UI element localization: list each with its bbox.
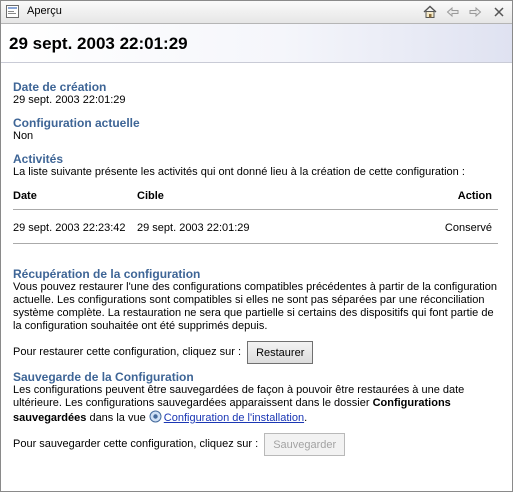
row-target: 29 sept. 2003 22:01:29 [137, 222, 250, 234]
backup-prompt: Pour sauvegarder cette configuration, cl… [13, 438, 259, 450]
creation-heading: Date de création [13, 80, 107, 94]
table-header: Date Cible Action [13, 185, 498, 210]
column-date: Date [13, 190, 37, 202]
title-bar: Aperçu [1, 1, 512, 24]
tab-title: Aperçu [27, 5, 62, 17]
current-config-value: Non [13, 130, 34, 142]
content-area: Date de création 29 sept. 2003 22:01:29 … [13, 80, 501, 456]
backup-text-mid: dans la vue [86, 412, 149, 424]
back-arrow-icon[interactable] [445, 4, 461, 20]
install-config-link[interactable]: Configuration de l'installation [164, 412, 304, 424]
table-row: 29 sept. 2003 22:23:42 29 sept. 2003 22:… [13, 210, 498, 244]
preview-icon [6, 5, 19, 18]
column-action: Action [457, 190, 492, 202]
save-button[interactable]: Sauvegarder [264, 433, 346, 456]
preview-window: Aperçu 29 sept. 2003 22:01:29 Date de cr… [0, 0, 513, 492]
backup-text-end: . [304, 412, 308, 424]
backup-row: Pour sauvegarder cette configuration, cl… [13, 433, 501, 456]
home-icon[interactable] [422, 4, 438, 20]
forward-arrow-icon[interactable] [467, 4, 483, 20]
activities-description: La liste suivante présente les activités… [13, 166, 465, 178]
backup-text: Les configurations peuvent être sauvegar… [13, 384, 501, 425]
restore-button[interactable]: Restaurer [247, 341, 314, 364]
page-header: 29 sept. 2003 22:01:29 [1, 24, 512, 63]
page-title: 29 sept. 2003 22:01:29 [9, 34, 188, 53]
creation-value: 29 sept. 2003 22:01:29 [13, 94, 126, 106]
restore-row: Pour restaurer cette configuration, cliq… [13, 341, 501, 364]
row-date: 29 sept. 2003 22:23:42 [13, 222, 126, 234]
recovery-heading: Récupération de la configuration [13, 267, 201, 281]
install-config-icon [149, 410, 162, 423]
current-config-heading: Configuration actuelle [13, 116, 140, 130]
row-action: Conservé [444, 222, 492, 234]
recovery-text: Vous pouvez restaurer l'une des configur… [13, 281, 497, 332]
activities-table: Date Cible Action 29 sept. 2003 22:23:42… [13, 185, 498, 244]
backup-heading: Sauvegarde de la Configuration [13, 370, 194, 384]
column-target: Cible [137, 190, 164, 202]
restore-prompt: Pour restaurer cette configuration, cliq… [13, 346, 242, 358]
activities-heading: Activités [13, 152, 64, 166]
close-icon[interactable] [491, 4, 507, 20]
